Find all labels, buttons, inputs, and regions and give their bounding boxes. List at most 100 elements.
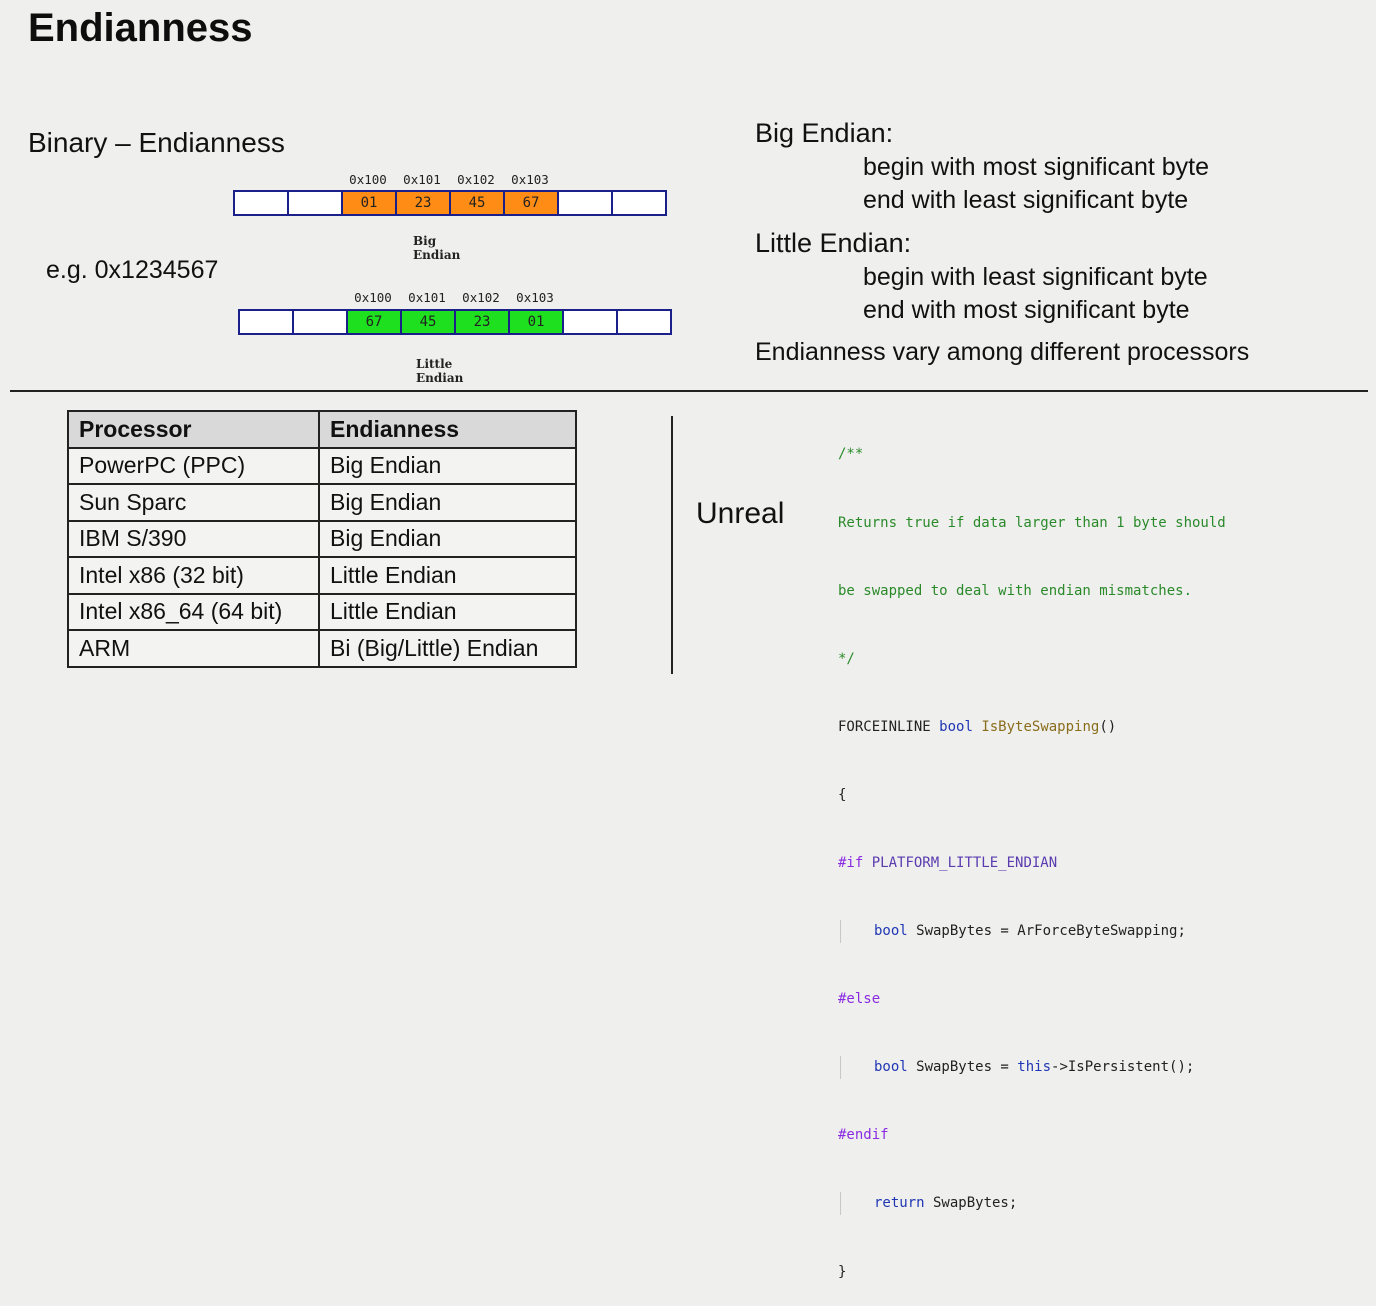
code-text: SwapBytes = ArForceByteSwapping;	[907, 923, 1186, 940]
endianness-cell: Big Endian	[318, 519, 577, 558]
address-label: 0x102	[462, 290, 500, 305]
code-keyword: this	[1017, 1059, 1052, 1076]
processor-note: Endianness vary among different processo…	[755, 338, 1250, 366]
memory-cell: 23	[397, 192, 451, 214]
address-label: 0x103	[511, 172, 549, 187]
little-endian-heading: Little Endian:	[755, 228, 912, 258]
table-header-row: Processor Endianness	[67, 410, 577, 449]
code-text: ->IsPersistent();	[1051, 1059, 1195, 1076]
big-endian-definition: begin with most significant byte	[863, 153, 1210, 181]
code-snippet: /** Returns true if data larger than 1 b…	[838, 398, 1226, 1306]
section-subtitle: Binary – Endianness	[28, 127, 285, 158]
code-function-name: IsByteSwapping	[981, 718, 1100, 735]
table-row: Intel x86 (32 bit) Little Endian	[67, 556, 577, 595]
memory-cell	[294, 311, 348, 333]
table-row: Intel x86_64 (64 bit) Little Endian	[67, 592, 577, 631]
code-line: /**	[838, 443, 1226, 466]
memory-cell	[235, 192, 289, 214]
code-text: SwapBytes;	[924, 1195, 1018, 1212]
address-label: 0x103	[516, 290, 554, 305]
processor-cell: ARM	[67, 629, 320, 668]
code-directive: #if	[838, 854, 864, 871]
column-header-endianness: Endianness	[318, 410, 577, 449]
memory-cell: 45	[451, 192, 505, 214]
processor-endianness-table: Processor Endianness PowerPC (PPC) Big E…	[67, 410, 577, 668]
endianness-cell: Big Endian	[318, 483, 577, 522]
memory-cell	[240, 311, 294, 333]
code-keyword: return	[874, 1195, 925, 1212]
column-header-processor: Processor	[67, 410, 320, 449]
code-brace: }	[838, 1263, 847, 1280]
code-macro: PLATFORM_LITTLE_ENDIAN	[871, 854, 1058, 871]
example-value: e.g. 0x1234567	[46, 256, 219, 284]
code-line: Returns true if data larger than 1 byte …	[838, 512, 1226, 535]
code-line: return SwapBytes;	[838, 1192, 1226, 1216]
code-comment: /**	[838, 446, 864, 463]
indent-guide	[840, 1192, 841, 1216]
little-endian-definition: end with most significant byte	[863, 296, 1190, 324]
code-brace: {	[838, 786, 847, 803]
unreal-label: Unreal	[696, 497, 785, 530]
code-comment: be swapped to deal with endian mismatche…	[838, 582, 1193, 599]
memory-cell	[564, 311, 618, 333]
memory-cell: 01	[343, 192, 397, 214]
vertical-divider	[671, 416, 673, 674]
code-line: }	[838, 1261, 1226, 1284]
memory-cell: 45	[402, 311, 456, 333]
address-label: 0x102	[457, 172, 495, 187]
processor-cell: Intel x86 (32 bit)	[67, 556, 320, 595]
indent-guide	[840, 1056, 841, 1079]
address-label: 0x100	[354, 290, 392, 305]
memory-cell: 67	[348, 311, 402, 333]
code-keyword: bool	[874, 1059, 908, 1076]
little-endian-memory-cells: 67 45 23 01	[238, 309, 672, 335]
code-line: be swapped to deal with endian mismatche…	[838, 580, 1226, 603]
code-line: #if PLATFORM_LITTLE_ENDIAN	[838, 852, 1226, 875]
little-endian-definition: begin with least significant byte	[863, 263, 1208, 291]
code-line: */	[838, 648, 1226, 671]
table-row: ARM Bi (Big/Little) Endian	[67, 629, 577, 668]
code-punctuation: ()	[1099, 718, 1117, 735]
code-keyword: bool	[939, 718, 973, 735]
endianness-cell: Big Endian	[318, 446, 577, 485]
code-line: {	[838, 784, 1226, 807]
horizontal-divider	[10, 390, 1368, 392]
code-comment: Returns true if data larger than 1 byte …	[838, 514, 1226, 531]
page-title: Endianness	[28, 6, 253, 50]
indent-guide	[840, 920, 841, 943]
memory-cell	[559, 192, 613, 214]
memory-cell	[289, 192, 343, 214]
code-macro: FORCEINLINE	[838, 718, 931, 735]
table-row: IBM S/390 Big Endian	[67, 519, 577, 558]
big-endian-memory-cells: 01 23 45 67	[233, 190, 667, 216]
processor-cell: PowerPC (PPC)	[67, 446, 320, 485]
address-label: 0x100	[349, 172, 387, 187]
memory-cell	[618, 311, 670, 333]
code-comment: */	[838, 650, 855, 667]
endianness-cell: Bi (Big/Little) Endian	[318, 629, 577, 668]
code-line: FORCEINLINE bool IsByteSwapping()	[838, 716, 1226, 739]
processor-cell: Intel x86_64 (64 bit)	[67, 592, 320, 631]
table-row: Sun Sparc Big Endian	[67, 483, 577, 522]
code-directive: #else	[838, 991, 881, 1008]
memory-cell: 67	[505, 192, 559, 214]
code-keyword: bool	[874, 923, 908, 940]
big-endian-caption: Big Endian	[413, 234, 461, 262]
code-line: #endif	[838, 1124, 1226, 1147]
address-label: 0x101	[403, 172, 441, 187]
code-line: #else	[838, 988, 1226, 1011]
code-line: bool SwapBytes = this->IsPersistent();	[838, 1056, 1226, 1079]
endianness-cell: Little Endian	[318, 592, 577, 631]
address-label: 0x101	[408, 290, 446, 305]
memory-cell: 23	[456, 311, 510, 333]
processor-cell: IBM S/390	[67, 519, 320, 558]
big-endian-definition: end with least significant byte	[863, 186, 1189, 214]
memory-cell	[613, 192, 665, 214]
little-endian-caption: Little Endian	[416, 357, 464, 385]
table-row: PowerPC (PPC) Big Endian	[67, 446, 577, 485]
code-text: SwapBytes =	[907, 1059, 1018, 1076]
code-directive: #endif	[838, 1127, 889, 1144]
endianness-cell: Little Endian	[318, 556, 577, 595]
processor-cell: Sun Sparc	[67, 483, 320, 522]
code-line: bool SwapBytes = ArForceByteSwapping;	[838, 920, 1226, 943]
